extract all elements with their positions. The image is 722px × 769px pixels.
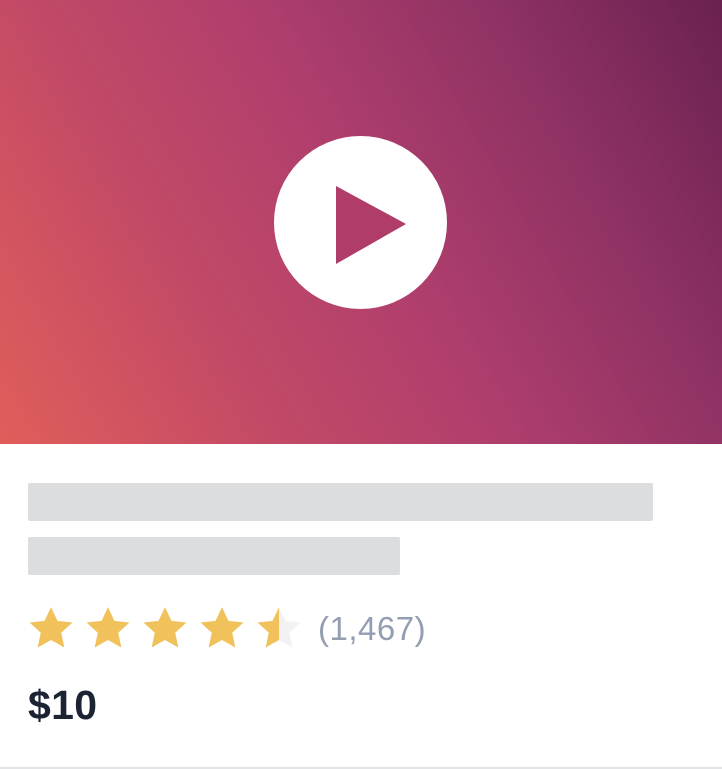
star-icon [143, 607, 187, 648]
star-icon [257, 607, 301, 648]
rating-row: (1,467) [26, 602, 426, 656]
course-card[interactable]: (1,467) $10 [0, 0, 722, 769]
subtitle-placeholder [28, 537, 400, 575]
star-icon [200, 607, 244, 648]
video-thumbnail[interactable] [0, 0, 722, 444]
play-button[interactable] [274, 136, 447, 309]
star-icon [86, 607, 130, 648]
star-rating [26, 604, 311, 654]
star-icon [29, 607, 73, 648]
title-placeholder [28, 483, 653, 521]
review-count: (1,467) [318, 610, 427, 647]
price: $10 [28, 682, 98, 728]
play-icon [336, 186, 406, 264]
